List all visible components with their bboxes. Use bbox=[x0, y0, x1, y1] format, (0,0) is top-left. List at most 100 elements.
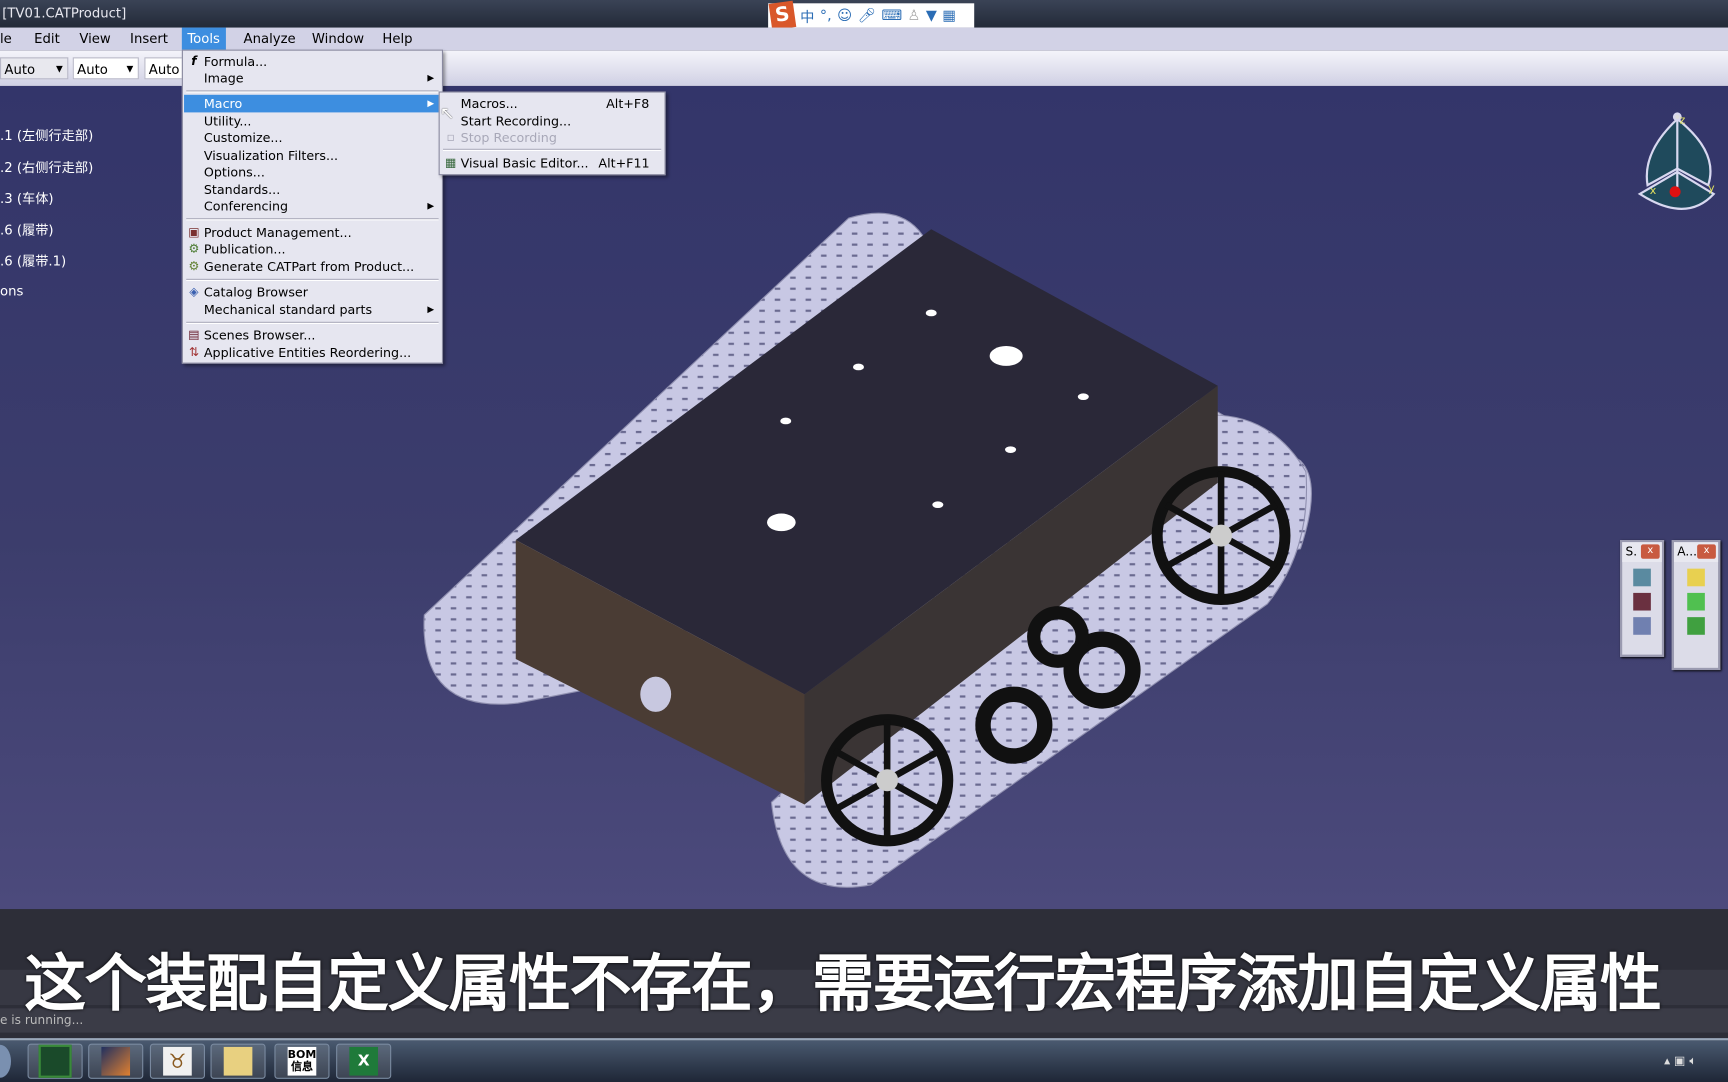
grid-icon[interactable]: ▦ bbox=[942, 7, 956, 24]
ime-mode-toggle[interactable]: 中 bbox=[800, 5, 814, 26]
tray-icons[interactable]: ▴ ▣ 🔈︎ bbox=[1664, 1054, 1697, 1069]
menu-item-visual-basic-editor[interactable]: ▦ Visual Basic Editor... Alt+F11 bbox=[441, 154, 664, 172]
menu-view[interactable]: View bbox=[79, 31, 110, 46]
menu-file[interactable]: le bbox=[0, 31, 12, 46]
catalog-icon: ◈ bbox=[189, 284, 199, 299]
vb-editor-icon: ▦ bbox=[445, 155, 457, 170]
menu-item-macros[interactable]: Macros... Alt+F8 bbox=[441, 95, 664, 113]
menu-item-publication[interactable]: ⚙ Publication... bbox=[184, 240, 441, 258]
separator bbox=[186, 90, 439, 93]
taskbar-media[interactable] bbox=[88, 1043, 144, 1079]
close-icon[interactable]: x bbox=[1640, 544, 1660, 559]
menu-item-catalog-browser[interactable]: ◈ Catalog Browser bbox=[184, 283, 441, 301]
macro-submenu: Macros... Alt+F8 Start Recording... ▫ Stop… bbox=[438, 91, 666, 176]
menu-item-standards[interactable]: Standards... bbox=[184, 181, 441, 199]
bom-icon: BOM 信息 bbox=[288, 1046, 316, 1076]
reorder-icon[interactable] bbox=[1633, 617, 1651, 635]
submenu-arrow-icon: ▶ bbox=[427, 304, 435, 315]
dropdown-arrow-icon[interactable]: ▼ bbox=[56, 58, 63, 80]
tools-menu: f Formula... Image ▶ Macro ▶ Utility... Cus… bbox=[181, 49, 444, 364]
user-icon[interactable]: ♙ bbox=[908, 7, 921, 24]
catia-icon bbox=[38, 1044, 72, 1078]
taskbar-bull[interactable]: ♉ bbox=[149, 1043, 205, 1079]
mouse-cursor-icon: ↖ bbox=[439, 102, 455, 124]
menu-item-customize[interactable]: Customize... bbox=[184, 129, 441, 147]
taskbar: ♉ BOM 信息 X ▴ ▣ 🔈︎ bbox=[0, 1038, 1728, 1082]
taskbar-excel[interactable]: X bbox=[336, 1043, 392, 1079]
menu-item-conferencing[interactable]: Conferencing ▶ bbox=[184, 197, 441, 215]
ime-toolbar[interactable]: S 中 °, ☺ 🎤︎ ⌨ ♙ ▼ ▦ bbox=[768, 0, 975, 31]
menu-tools[interactable]: Tools bbox=[181, 27, 226, 51]
product-management-icon: ▣ bbox=[188, 224, 200, 240]
taskbar-folder[interactable] bbox=[210, 1043, 266, 1079]
menu-item-product-management[interactable]: ▣ Product Management... bbox=[184, 224, 441, 242]
hub bbox=[1210, 524, 1233, 547]
shirt-icon[interactable]: ▼ bbox=[926, 7, 937, 24]
separator bbox=[186, 218, 439, 221]
bull-icon: ♉ bbox=[163, 1046, 192, 1076]
submenu-arrow-icon: ▶ bbox=[427, 98, 435, 108]
axis-x: x bbox=[1650, 184, 1657, 197]
folder-refresh-icon[interactable] bbox=[1687, 617, 1705, 635]
menu-analyze[interactable]: Analyze bbox=[244, 31, 296, 46]
scenes-icon: ▤ bbox=[188, 327, 200, 342]
menu-insert[interactable]: Insert bbox=[130, 31, 168, 46]
separator bbox=[443, 148, 662, 151]
submenu-arrow-icon: ▶ bbox=[427, 200, 435, 211]
menu-item-image[interactable]: Image ▶ bbox=[184, 69, 441, 87]
submenu-arrow-icon: ▶ bbox=[427, 72, 435, 83]
axis-y: y bbox=[1708, 182, 1715, 195]
excel-icon: X bbox=[349, 1046, 378, 1076]
floating-toolbar-a[interactable]: A... x bbox=[1671, 539, 1721, 671]
menu-item-scenes-browser[interactable]: ▤ Scenes Browser... bbox=[184, 326, 441, 344]
folder-arrow-icon[interactable] bbox=[1687, 592, 1705, 611]
menu-help[interactable]: Help bbox=[382, 31, 412, 46]
media-icon bbox=[101, 1046, 131, 1076]
front-hole bbox=[640, 676, 672, 712]
floating-toolbar-s[interactable]: S. x bbox=[1619, 539, 1665, 657]
menu-item-utility[interactable]: Utility... bbox=[184, 112, 441, 130]
combo-value: Auto bbox=[148, 61, 180, 78]
menu-item-macro[interactable]: Macro ▶ bbox=[184, 94, 441, 113]
separator bbox=[186, 321, 439, 324]
formula-icon: f bbox=[191, 53, 197, 69]
separator bbox=[186, 278, 439, 282]
taskbar-bom[interactable]: BOM 信息 bbox=[274, 1043, 330, 1079]
hub bbox=[876, 769, 899, 792]
menu-item-options[interactable]: Options... bbox=[184, 163, 441, 181]
punctuation-toggle[interactable]: °, bbox=[820, 7, 832, 24]
scene-browser-icon[interactable] bbox=[1633, 592, 1651, 611]
folder-cyan-icon[interactable] bbox=[1687, 568, 1705, 587]
axis-z: z bbox=[1680, 113, 1686, 126]
menu-bar: le Edit View Insert Tools Analyze Window… bbox=[0, 27, 1728, 51]
menu-item-visualization-filters[interactable]: Visualization Filters... bbox=[184, 147, 441, 165]
menu-item-generate-catpart[interactable]: ⚙ Generate CATPart from Product... bbox=[184, 258, 441, 276]
reorder-icon: ⇅ bbox=[188, 344, 200, 360]
menu-item-formula[interactable]: f Formula... bbox=[184, 53, 441, 71]
sogou-logo[interactable]: S bbox=[768, 0, 797, 31]
microphone-icon[interactable]: 🎤︎ bbox=[858, 7, 876, 24]
taskbar-catia[interactable] bbox=[27, 1043, 83, 1079]
menu-item-start-recording[interactable]: Start Recording... bbox=[441, 112, 664, 130]
menu-window[interactable]: Window bbox=[312, 31, 364, 46]
menu-edit[interactable]: Edit bbox=[34, 31, 60, 46]
close-icon[interactable]: x bbox=[1697, 544, 1716, 559]
publication-icon: ⚙ bbox=[188, 241, 200, 256]
menu-item-applicative-entities-reordering[interactable]: ⇅ Applicative Entities Reordering... bbox=[184, 344, 441, 362]
combo-2[interactable]: Auto ▼ bbox=[72, 57, 139, 80]
video-subtitle: 这个装配自定义属性不存在，需要运行宏程序添加自定义属性 bbox=[24, 948, 1662, 1021]
generate-catpart-icon: ⚙ bbox=[188, 258, 200, 274]
start-button[interactable] bbox=[0, 1044, 12, 1078]
stop-icon: ▫ bbox=[446, 130, 455, 145]
window-title: [TV01.CATProduct] bbox=[2, 5, 127, 21]
emoji-icon[interactable]: ☺ bbox=[837, 7, 852, 24]
keyboard-icon[interactable]: ⌨ bbox=[881, 7, 902, 24]
combo-value: Auto bbox=[4, 61, 36, 78]
dropdown-arrow-icon[interactable]: ▼ bbox=[127, 58, 134, 80]
menu-item-mechanical-standard-parts[interactable]: Mechanical standard parts ▶ bbox=[184, 301, 441, 319]
combo-1[interactable]: Auto ▼ bbox=[0, 57, 69, 80]
menu-item-stop-recording: ▫ Stop Recording bbox=[441, 129, 664, 147]
combo-value: Auto bbox=[77, 61, 108, 78]
folder-icon bbox=[223, 1046, 253, 1076]
scene-icon[interactable] bbox=[1633, 568, 1651, 587]
